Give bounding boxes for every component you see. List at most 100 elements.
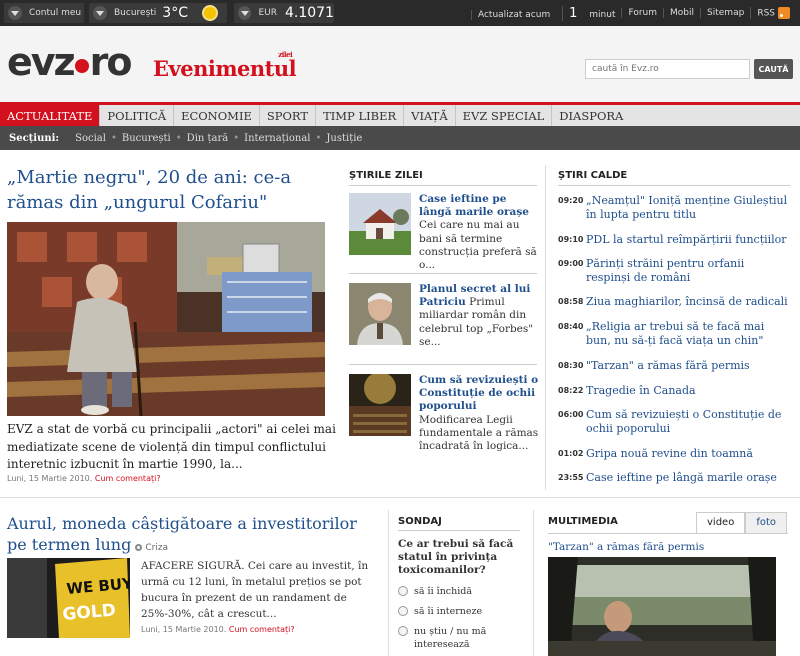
poll-option-label[interactable]: nu știu / nu mă interesează <box>414 625 518 651</box>
account-menu[interactable]: Contul meu <box>4 3 84 23</box>
main-story-image[interactable] <box>7 222 325 416</box>
weather-widget[interactable]: București 3°C <box>89 3 227 23</box>
stiri-calde-item[interactable]: 08:22 Tragedie în Canada <box>558 384 790 398</box>
subnav-label: Secțiuni: <box>9 132 60 144</box>
sz-title[interactable]: Case ieftine pe lângă marile orașe <box>419 193 529 218</box>
news-time: 06:00 <box>558 410 584 419</box>
currency-label: EUR <box>258 8 277 18</box>
subnav-justitie[interactable]: Justiție <box>326 133 362 144</box>
news-title[interactable]: „Religia ar trebui să te facă mai bun, n… <box>586 320 790 348</box>
news-title[interactable]: Gripa nouă revine din toamnă <box>586 447 790 461</box>
main-story-date: Luni, 15 Martie 2010. <box>7 474 93 483</box>
rss-icon <box>778 7 790 19</box>
poll-option[interactable]: nu știu / nu mă interesează <box>398 625 518 651</box>
subnav-social[interactable]: Social <box>75 133 106 144</box>
news-title[interactable]: Părinți străini pentru orfanii respinși … <box>586 257 790 285</box>
news-title[interactable]: Cum să revizuiești o Constituție de ochi… <box>586 408 790 436</box>
parliament-thumbnail[interactable] <box>349 374 411 436</box>
link-mobil[interactable]: Mobil <box>663 8 700 18</box>
house-thumbnail[interactable] <box>349 193 411 255</box>
updated-number: 1 <box>562 5 584 21</box>
site-header: evz ro Evenimentul zilei CAUTĂ <box>0 26 800 102</box>
sz-title[interactable]: Cum să revizuiești o Constituție de ochi… <box>419 374 538 412</box>
portrait-thumbnail[interactable] <box>349 283 411 345</box>
stirile-zilei-item[interactable]: Planul secret al lui Patriciu Primul mil… <box>349 283 539 355</box>
tab-video[interactable]: video <box>696 512 746 534</box>
video-caption[interactable]: "Tarzan" a rămas fără permis <box>548 541 704 553</box>
search-button[interactable]: CAUTĂ <box>754 59 793 79</box>
currency-widget[interactable]: EUR 4.1071 <box>234 3 334 23</box>
top-links: Actualizat acum 1 minut Forum Mobil Site… <box>465 0 796 26</box>
nav-economie[interactable]: ECONOMIE <box>174 105 260 126</box>
nav-evz-special[interactable]: EVZ SPECIAL <box>456 105 553 126</box>
stiri-calde-item[interactable]: 09:20 „Neamțul" Ioniță menține Giuleștiul… <box>558 194 790 222</box>
news-time: 08:40 <box>558 322 584 331</box>
main-nav: ACTUALITATE POLITICĂ ECONOMIE SPORT TIMP… <box>0 102 800 126</box>
stiri-calde-item[interactable]: 01:02 Gripa nouă revine din toamnă <box>558 447 790 461</box>
news-title[interactable]: "Tarzan" a rămas fără permis <box>586 359 790 373</box>
stirile-zilei-item[interactable]: Case ieftine pe lângă marile orașe Cei c… <box>349 193 539 271</box>
evenimentul-logo[interactable]: Evenimentul zilei <box>153 50 297 81</box>
subnav-bucuresti[interactable]: București <box>122 133 171 144</box>
link-forum[interactable]: Forum <box>621 8 663 18</box>
nav-actualitate[interactable]: ACTUALITATE <box>0 105 101 126</box>
radio-button[interactable] <box>398 586 408 596</box>
story2-title[interactable]: Aurul, moneda câștigătoare a investitori… <box>7 513 377 559</box>
multimedia-heading: MULTIMEDIA <box>548 516 618 527</box>
news-title[interactable]: Case ieftine pe lângă marile orașe <box>586 471 790 485</box>
sz-summary: Modificarea Legii fundamentale a rămas î… <box>419 413 539 453</box>
news-title[interactable]: Tragedie în Canada <box>586 384 790 398</box>
radio-button[interactable] <box>398 606 408 616</box>
tab-foto[interactable]: foto <box>745 512 788 534</box>
story2-date: Luni, 15 Martie 2010. <box>141 625 227 634</box>
tag-icon <box>135 544 143 551</box>
gold-image[interactable]: WE BUY GOLD <box>7 558 130 638</box>
divider <box>548 533 788 534</box>
nav-politica[interactable]: POLITICĂ <box>100 105 175 126</box>
updated-prefix: Actualizat acum <box>470 9 557 20</box>
subnav-international[interactable]: Internațional <box>244 133 310 144</box>
poll-option-label[interactable]: să îi închidă <box>414 585 472 598</box>
nav-diaspora[interactable]: DIASPORA <box>552 105 630 126</box>
divider <box>349 185 537 186</box>
stiri-calde-item[interactable]: 06:00 Cum să revizuiești o Constituție de… <box>558 408 790 436</box>
link-sitemap[interactable]: Sitemap <box>700 8 750 18</box>
main-story-meta: Luni, 15 Martie 2010. Cum comentați? <box>7 474 161 483</box>
stirile-zilei-item[interactable]: Cum să revizuiești o Constituție de ochi… <box>349 374 539 454</box>
poll-option-label[interactable]: să îi interneze <box>414 605 482 618</box>
nav-timp-liber[interactable]: TIMP LIBER <box>316 105 405 126</box>
main-story-title[interactable]: „Martie negru", 20 de ani: ce-a rămas di… <box>7 165 327 215</box>
updated-info: Actualizat acum 1 minut <box>465 5 622 21</box>
poll-question: Ce ar trebui să facă statul în privința … <box>398 538 514 576</box>
evz-logo[interactable]: evz ro <box>7 40 133 84</box>
video-player[interactable] <box>548 557 776 656</box>
divider <box>558 185 790 186</box>
main-story-comments[interactable]: Cum comentați? <box>95 474 161 483</box>
search-input[interactable] <box>585 59 750 79</box>
logo-dot-icon <box>74 59 89 73</box>
story2-tag[interactable]: Criza <box>135 543 168 553</box>
poll-option[interactable]: să îi închidă <box>398 585 518 598</box>
stiri-calde-item[interactable]: 08:58 Ziua maghiarilor, încinsă de radica… <box>558 295 790 309</box>
column-divider <box>545 165 546 490</box>
news-title[interactable]: Ziua maghiarilor, încinsă de radicali <box>586 295 790 309</box>
stiri-calde-item[interactable]: 08:40 „Religia ar trebui să te facă mai b… <box>558 320 790 348</box>
tag-label: Criza <box>145 543 169 553</box>
poll-option[interactable]: să îi interneze <box>398 605 518 618</box>
stiri-calde-item[interactable]: 09:00 Părinți străini pentru orfanii resp… <box>558 257 790 285</box>
news-title[interactable]: „Neamțul" Ioniță menține Giuleștiul în l… <box>586 194 790 222</box>
logo-part-b: ro <box>89 40 133 84</box>
nav-sport[interactable]: SPORT <box>260 105 317 126</box>
radio-button[interactable] <box>398 626 408 636</box>
stiri-calde-item[interactable]: 09:10 PDL la startul reîmpărțirii funcții… <box>558 233 790 247</box>
nav-viata[interactable]: VIAȚĂ <box>404 105 456 126</box>
link-rss[interactable]: RSS <box>750 7 796 19</box>
chevron-down-icon <box>8 6 22 20</box>
news-title[interactable]: PDL la startul reîmpărțirii funcțiilor <box>586 233 790 247</box>
stiri-calde-item[interactable]: 08:30 "Tarzan" a rămas fără permis <box>558 359 790 373</box>
story2-title-text[interactable]: Aurul, moneda câștigătoare a investitori… <box>7 514 357 554</box>
story2-comments[interactable]: Cum comentați? <box>229 625 295 634</box>
story2-meta: Luni, 15 Martie 2010. Cum comentați? <box>141 625 295 634</box>
subnav-din-tara[interactable]: Din țară <box>187 133 229 144</box>
stiri-calde-item[interactable]: 23:55 Case ieftine pe lângă marile orașe <box>558 471 790 485</box>
